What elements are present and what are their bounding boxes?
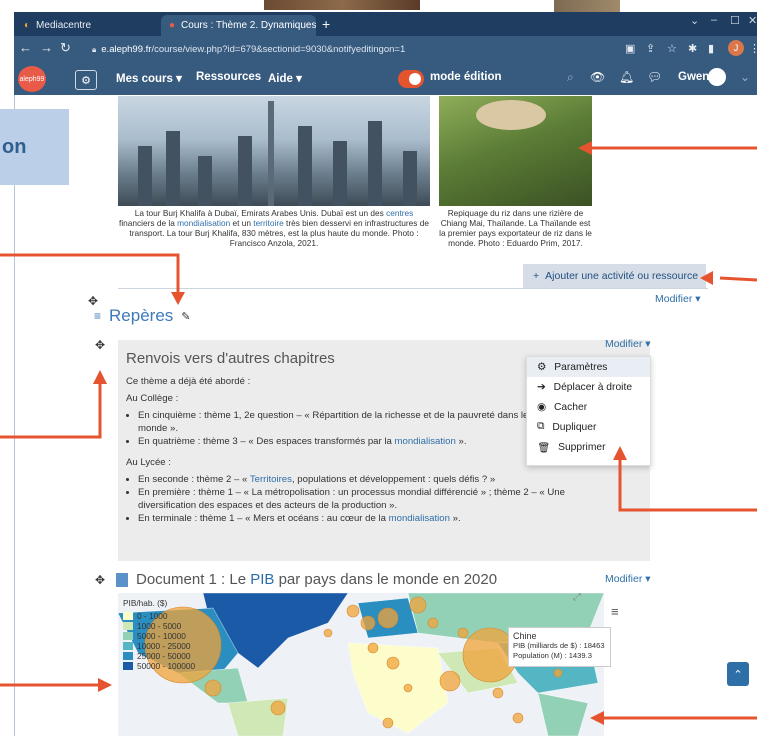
edit-mode-toggle[interactable] [398, 70, 424, 88]
search-icon[interactable]: ⌕ [567, 70, 574, 85]
maximize-icon[interactable]: ☐ [730, 14, 740, 27]
back-icon[interactable]: ← [19, 40, 32, 55]
image-caption-1: La tour Burj Khalifa à Dubaï, Emirats Ar… [119, 208, 429, 248]
page-border [14, 95, 15, 736]
farmer-hat [476, 100, 546, 130]
eye-icon[interactable]: 👁︎ [590, 70, 605, 84]
chat-icon[interactable]: 💬︎ [647, 70, 662, 84]
user-name[interactable]: Gwen [678, 71, 709, 83]
menu-item-parametres[interactable]: ⚙ Paramètres [527, 357, 650, 377]
profile-avatar[interactable]: J [728, 40, 744, 56]
copy-icon: ⧉ [537, 421, 545, 432]
list-item: En cinquième : thème 1, 2e question – « … [138, 409, 538, 435]
tooltip-pib: PIB (milliards de $) : 18463 [513, 641, 605, 650]
background-photo [264, 0, 420, 10]
legend-item: 1000 - 5000 [123, 621, 195, 631]
menu-hamburger-icon[interactable]: ≡ [611, 604, 619, 619]
menu-item-deplacer[interactable]: ➔ Déplacer à droite [527, 377, 650, 397]
mediacentre-favicon-icon: ◐ [24, 20, 31, 31]
close-window-icon[interactable]: ✕ [748, 14, 757, 27]
edit-mode-label: mode édition [430, 71, 502, 83]
legend-item: 5000 - 10000 [123, 631, 195, 641]
tab-cours[interactable]: ● Cours : Thème 2. Dynamiques te ✕ [161, 15, 316, 36]
link-mondialisation[interactable]: mondialisation [389, 513, 450, 524]
menu-item-supprimer[interactable]: 🗑︎ Supprimer [527, 437, 650, 457]
bell-icon[interactable]: 🔔︎ [619, 70, 634, 84]
background-photo [554, 0, 620, 12]
new-tab-icon[interactable]: + [322, 16, 330, 32]
move-icon[interactable]: ✥ [95, 573, 105, 587]
menu-item-cacher[interactable]: ◉ Cacher [527, 397, 650, 417]
link-mondialisation[interactable]: mondialisation [177, 218, 230, 228]
chart-type-icon [116, 572, 128, 587]
legend-item: 10000 - 25000 [123, 641, 195, 651]
url-path: /course/view.php?id=679&sectionid=9030&n… [151, 44, 406, 55]
menu-aide[interactable]: Aide ▾ [268, 71, 302, 85]
site-logo[interactable]: aleph99 [18, 66, 46, 92]
forward-icon[interactable]: → [40, 40, 53, 55]
minimize-icon[interactable]: – [711, 14, 717, 26]
document-title: Document 1 : Le PIB par pays dans le mon… [116, 571, 497, 588]
add-activity-button[interactable]: + Ajouter une activité ou ressource [523, 264, 706, 288]
legend-title: PIB/hab. ($) [123, 598, 168, 608]
extensions-icon[interactable]: ✱ [688, 42, 697, 55]
move-icon[interactable]: ✥ [95, 338, 105, 352]
tooltip-country: Chine [513, 631, 537, 641]
map-tooltip: Chine PIB (milliards de $) : 18463 Popul… [508, 627, 611, 667]
translate-icon[interactable]: ▣ [625, 42, 635, 55]
chevron-down-icon[interactable]: ⌄ [740, 70, 750, 84]
modifier-dropdown: ⚙ Paramètres ➔ Déplacer à droite ◉ Cacher ⧉… [526, 356, 651, 466]
section-divider [118, 288, 708, 289]
pencil-icon[interactable]: ✎ [181, 310, 190, 323]
document-modifier-menu[interactable]: Modifier ▾ [605, 573, 651, 585]
address-bar[interactable]: 🔒︎ e.aleph99.fr/course/view.php?id=679&s… [84, 40, 604, 59]
link-territoire[interactable]: territoire [253, 218, 283, 228]
burj-khalifa-photo [118, 96, 430, 206]
more-menu-icon[interactable]: ⋮ [749, 42, 757, 55]
image-caption-2: Repiquage du riz dans une rizière de Chi… [439, 208, 592, 248]
scroll-to-top-button[interactable]: ⌃ [727, 662, 749, 686]
menu-ressources[interactable]: Ressources [196, 71, 261, 83]
activity-modifier-menu[interactable]: Modifier ▾ [605, 338, 651, 350]
admin-cog-icon[interactable]: ⚙ [75, 70, 97, 90]
list-item: En seconde : thème 2 – « Territoires, po… [138, 473, 566, 486]
menu-item-dupliquer[interactable]: ⧉ Dupliquer [527, 417, 650, 437]
legend-item: 0 - 1000 [123, 611, 195, 621]
list-item: En terminale : thème 1 – « Mers et océan… [138, 512, 566, 525]
link-mondialisation[interactable]: mondialisation [395, 436, 456, 447]
chevron-down-icon[interactable]: ⌄ [690, 14, 699, 27]
lock-icon: 🔒︎ [92, 44, 97, 54]
menu-mes-cours[interactable]: Mes cours ▾ [116, 71, 182, 85]
renvois-title: Renvois vers d'autres chapitres [126, 350, 335, 367]
legend-item: 25000 - 50000 [123, 651, 195, 661]
section-title: ≡ Repères ✎ [94, 306, 191, 325]
tooltip-pop: Population (M) : 1439.3 [513, 651, 592, 660]
trash-icon: 🗑︎ [537, 442, 551, 454]
link-pib[interactable]: PIB [250, 571, 274, 588]
section-modifier-menu[interactable]: Modifier ▾ [655, 293, 701, 305]
reload-icon[interactable]: ↻ [60, 40, 71, 56]
list-icon: ≡ [94, 309, 102, 323]
side-banner: on [0, 109, 69, 185]
link-territoires[interactable]: Territoires [250, 474, 292, 485]
share-icon[interactable]: ⇪ [646, 42, 655, 55]
list-item: En première : thème 1 – « La métropolisa… [138, 486, 566, 512]
plus-icon: + [533, 270, 540, 282]
gear-icon: ⚙ [537, 362, 547, 373]
tab-mediacentre[interactable]: ◐ Mediacentre ✕ [16, 15, 181, 36]
fullscreen-icon[interactable]: ⤢ [573, 592, 581, 603]
user-avatar[interactable] [708, 68, 726, 86]
url-host: e.aleph99.fr [101, 44, 152, 55]
link-centres[interactable]: centres [386, 208, 413, 218]
aleph-favicon-icon: ● [169, 20, 176, 31]
map-legend: PIB/hab. ($) 0 - 1000 1000 - 5000 5000 -… [123, 598, 195, 671]
tab-title: Mediacentre [36, 20, 92, 31]
legend-item: 50000 - 100000 [123, 661, 195, 671]
eye-icon: ◉ [537, 402, 546, 413]
arrow-right-icon: ➔ [537, 382, 546, 393]
sidepanel-icon[interactable]: ▮ [708, 42, 714, 55]
bookmark-star-icon[interactable]: ☆ [667, 42, 677, 55]
tab-title: Cours : Thème 2. Dynamiques te [181, 20, 316, 31]
